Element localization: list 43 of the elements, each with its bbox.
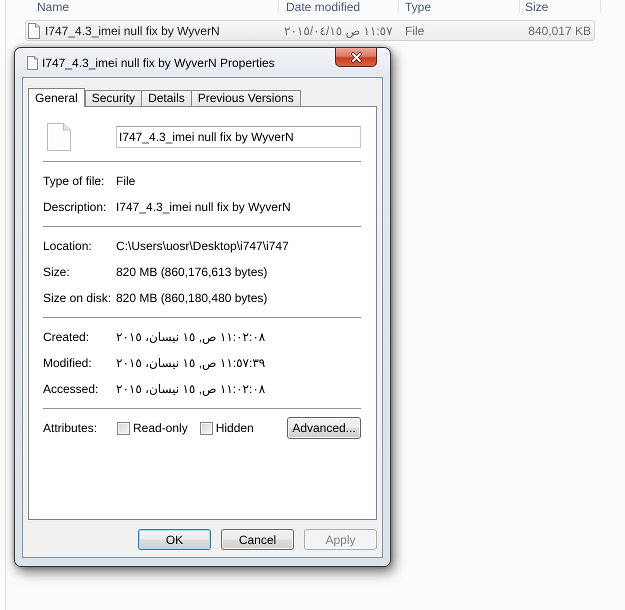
column-header[interactable]: Type — [405, 1, 432, 13]
property-value: 820 MB (860,176,613 bytes) — [116, 265, 268, 279]
close-icon — [350, 52, 362, 62]
tab[interactable]: Security — [84, 90, 142, 106]
property-value: 820 MB (860,180,480 bytes) — [116, 291, 268, 305]
checkbox[interactable] — [200, 422, 213, 434]
property-label: Created: — [43, 330, 90, 344]
file-name-field[interactable]: I747_4.3_imei null fix by WyverN — [116, 126, 361, 148]
checkbox-label[interactable]: Read-only — [133, 421, 188, 435]
file-name: I747_4.3_imei null fix by WyverN — [45, 24, 220, 38]
property-label: Accessed: — [43, 382, 98, 396]
file-icon — [27, 56, 38, 70]
cancel-button[interactable]: Cancel — [221, 529, 294, 550]
file-size: 840,017 KB — [528, 24, 591, 38]
file-icon — [28, 22, 40, 38]
property-label: Modified: — [43, 356, 92, 370]
column-header[interactable]: Name — [37, 1, 70, 13]
column-header[interactable]: Date modified — [286, 1, 360, 13]
column-header[interactable]: Size — [525, 1, 548, 13]
advanced-button[interactable]: Advanced... — [287, 417, 361, 439]
tab[interactable]: General — [28, 88, 85, 107]
property-label: Size on disk: — [43, 291, 112, 305]
tab[interactable]: Previous Versions — [190, 90, 301, 106]
property-value: ١١:٠٢:٠٨ ص, ١٥ نيسان، ٢٠١٥ — [116, 330, 266, 344]
property-label: Type of file: — [43, 174, 104, 188]
date-modified: ١١:٥٧ ص ٢٠١٥/٠٤/١٥ — [284, 24, 393, 38]
property-value: File — [116, 174, 136, 188]
property-value: ١١:٥٧:٣٩ ص, ١٥ نيسان، ٢٠١٥ — [116, 356, 266, 370]
property-value: I747_4.3_imei null fix by WyverN — [116, 200, 291, 214]
checkbox[interactable] — [117, 422, 130, 434]
ok-button[interactable]: OK — [138, 529, 211, 550]
property-label: Location: — [43, 239, 92, 253]
property-label: Size: — [43, 265, 70, 279]
window-title: I747_4.3_imei null fix by WyverN Properties — [42, 56, 275, 70]
property-value: C:\Users\uosr\Desktop\i747\i747 — [116, 239, 289, 253]
property-value: ١١:٠٢:٠٨ ص, ١٥ نيسان، ٢٠١٥ — [116, 382, 266, 396]
checkbox-label[interactable]: Hidden — [216, 421, 254, 435]
attributes-label: Attributes: — [43, 421, 98, 435]
close-button[interactable] — [335, 48, 377, 67]
property-label: Description: — [43, 200, 106, 214]
tab[interactable]: Details — [141, 90, 192, 106]
file-type: File — [405, 24, 424, 38]
file-icon — [47, 123, 71, 151]
